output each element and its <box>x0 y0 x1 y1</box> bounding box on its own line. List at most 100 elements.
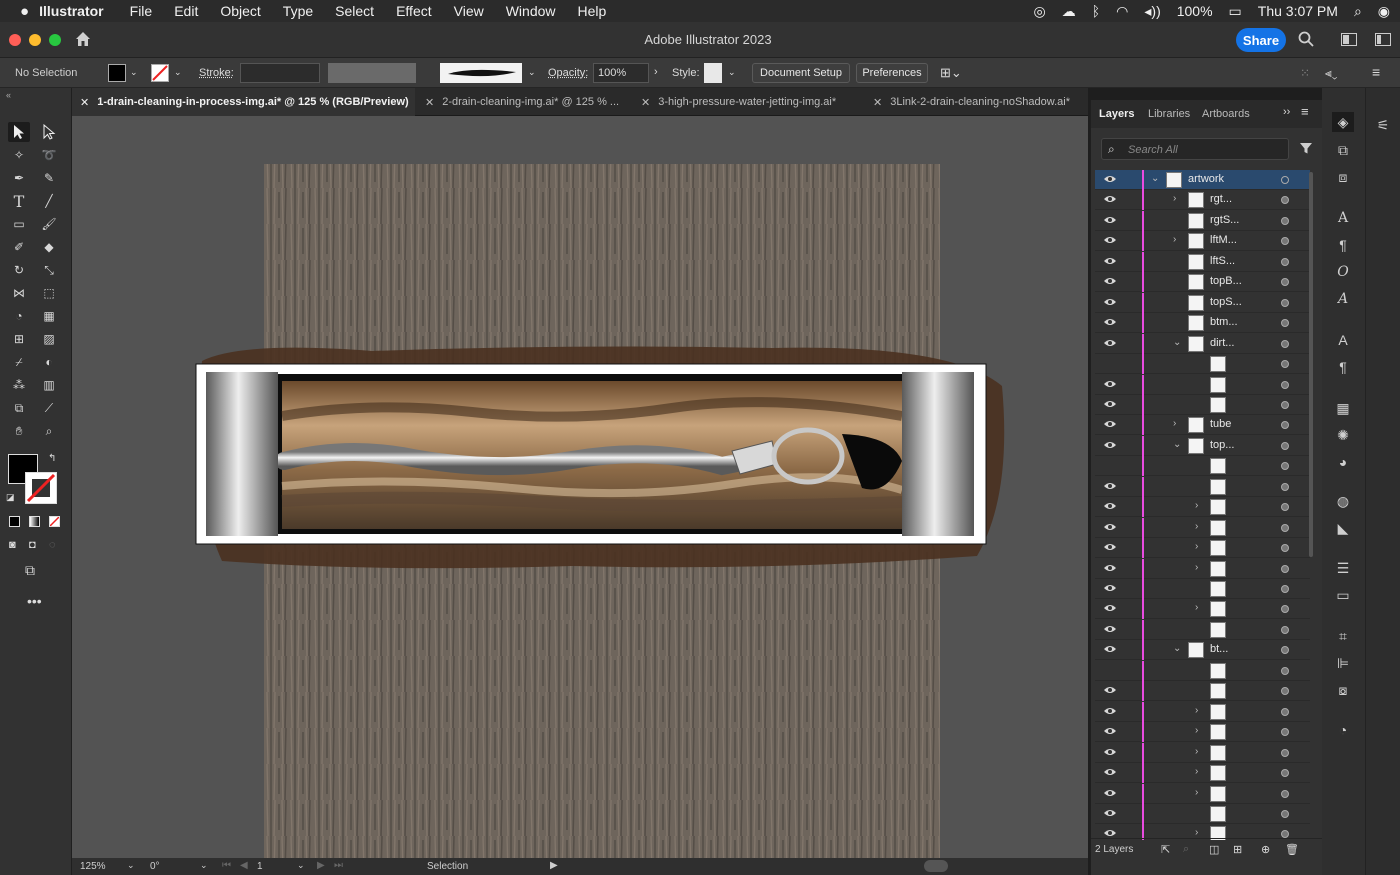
none-mode-icon[interactable] <box>49 516 60 527</box>
layer-name[interactable]: tube <box>1210 418 1231 430</box>
battery-icon[interactable]: ▭ <box>1229 3 1242 20</box>
visibility-eye-icon[interactable] <box>1103 419 1117 429</box>
target-icon[interactable] <box>1281 564 1289 573</box>
layer-row[interactable] <box>1095 660 1310 681</box>
previous-artboard-icon[interactable]: ◀ <box>240 860 248 871</box>
align-options-icon[interactable]: ⊞⌄ <box>940 65 962 81</box>
swatches-panel-icon[interactable]: ▦ <box>1332 398 1354 418</box>
stroke-color-box[interactable] <box>25 472 57 504</box>
visibility-eye-icon[interactable] <box>1103 747 1117 757</box>
menu-edit[interactable]: Edit <box>174 3 198 19</box>
next-artboard-icon[interactable]: ▶ <box>317 860 325 871</box>
chevron-down-icon[interactable]: ⌄ <box>174 67 182 78</box>
panel-menu-icon[interactable]: ≡ <box>1372 64 1380 80</box>
layer-row[interactable]: › lftM... <box>1095 231 1310 252</box>
apple-icon[interactable]: ● <box>20 3 29 20</box>
target-icon[interactable] <box>1281 769 1289 778</box>
tab-document-4[interactable]: ✕ 3Link-2-drain-cleaning-noShadow.ai* <box>865 88 1088 116</box>
eraser-tool-icon[interactable]: ◆ <box>38 237 60 257</box>
target-icon[interactable] <box>1281 400 1289 409</box>
slice-tool-icon[interactable]: ⟋ <box>38 398 60 418</box>
visibility-eye-icon[interactable] <box>1103 194 1117 204</box>
target-icon[interactable] <box>1281 257 1289 266</box>
perspective-grid-tool-icon[interactable]: ▦ <box>38 306 60 326</box>
layer-row[interactable]: › rgt... <box>1095 190 1310 211</box>
visibility-eye-icon[interactable] <box>1103 767 1117 777</box>
chevron-down-icon[interactable]: ⌄ <box>1173 643 1181 654</box>
edit-toolbar-icon[interactable]: ••• <box>27 593 42 609</box>
layer-row[interactable]: › <box>1095 497 1310 518</box>
close-icon[interactable]: ✕ <box>425 96 434 109</box>
export-icon[interactable]: ⇱ <box>1161 843 1170 856</box>
chevron-right-icon[interactable]: › <box>1173 193 1176 204</box>
layer-row[interactable]: › <box>1095 783 1310 804</box>
layers-scrollbar[interactable] <box>1309 172 1313 557</box>
screen-mode-icon[interactable]: ⧉ <box>25 562 35 579</box>
visibility-eye-icon[interactable] <box>1103 603 1117 613</box>
layer-row[interactable] <box>1095 476 1310 497</box>
draw-normal-icon[interactable]: ◙ <box>9 539 16 551</box>
layer-row[interactable]: ⌄ bt... <box>1095 640 1310 661</box>
selection-tool-icon[interactable] <box>8 122 30 142</box>
target-icon[interactable] <box>1281 646 1289 655</box>
panel-expand-icon[interactable]: ›› <box>1283 106 1290 118</box>
layers-panel-icon[interactable]: ◈ <box>1332 112 1354 132</box>
target-icon[interactable] <box>1281 482 1289 491</box>
variable-width-profile[interactable] <box>328 63 416 83</box>
visibility-eye-icon[interactable] <box>1103 522 1117 532</box>
visibility-eye-icon[interactable] <box>1103 563 1117 573</box>
stroke-panel-icon[interactable]: ☰ <box>1332 558 1354 578</box>
layer-row[interactable] <box>1095 681 1310 702</box>
target-icon[interactable] <box>1281 625 1289 634</box>
menu-help[interactable]: Help <box>578 3 607 19</box>
color-panel-icon[interactable]: ◍ <box>1332 491 1354 511</box>
layer-row[interactable]: › <box>1095 558 1310 579</box>
target-icon[interactable] <box>1281 605 1289 614</box>
close-icon[interactable]: ✕ <box>80 96 89 109</box>
tab-artboards[interactable]: Artboards <box>1202 108 1250 120</box>
target-icon[interactable] <box>1281 421 1289 430</box>
new-sublayer-icon[interactable]: ⊞ <box>1233 843 1242 856</box>
layer-name[interactable]: btm... <box>1210 316 1238 328</box>
new-layer-icon[interactable]: ⊕ <box>1261 843 1270 856</box>
layer-row[interactable]: › <box>1095 763 1310 784</box>
clipping-mask-icon[interactable]: ◫ <box>1209 843 1219 856</box>
chevron-right-icon[interactable]: › <box>1195 521 1198 532</box>
target-icon[interactable] <box>1281 809 1289 818</box>
layer-row[interactable] <box>1095 803 1310 824</box>
artboard-number[interactable]: 1 <box>257 861 263 872</box>
first-artboard-icon[interactable]: ⏮ <box>222 860 231 871</box>
chevron-right-icon[interactable]: › <box>1195 766 1198 777</box>
target-icon[interactable] <box>1281 728 1289 737</box>
visibility-eye-icon[interactable] <box>1103 174 1117 184</box>
document-setup-button[interactable]: Document Setup <box>752 63 850 83</box>
color-mode-icon[interactable] <box>9 516 20 527</box>
locate-object-icon[interactable]: ⌕ <box>1183 843 1189 856</box>
chevron-right-icon[interactable]: › <box>1195 725 1198 736</box>
chevron-right-icon[interactable]: › <box>1195 602 1198 613</box>
layer-row[interactable] <box>1095 456 1310 477</box>
chevron-down-icon[interactable]: ⌄ <box>528 67 536 78</box>
blend-tool-icon[interactable]: ◐ <box>38 352 60 372</box>
zoom-level[interactable]: 125% <box>80 861 106 872</box>
target-icon[interactable] <box>1281 666 1289 675</box>
wifi-icon[interactable]: ◠ <box>1116 3 1128 20</box>
opacity-label[interactable]: Opacity: <box>548 67 588 79</box>
target-icon[interactable] <box>1281 298 1289 307</box>
visibility-eye-icon[interactable] <box>1103 481 1117 491</box>
visibility-eye-icon[interactable] <box>1103 624 1117 634</box>
gradient-mode-icon[interactable] <box>29 516 40 527</box>
visibility-eye-icon[interactable] <box>1103 828 1117 838</box>
layer-row[interactable]: topS... <box>1095 292 1310 313</box>
artboard-tool-icon[interactable]: ⧉ <box>8 398 30 418</box>
preferences-button[interactable]: Preferences <box>856 63 928 83</box>
stroke-swatch[interactable] <box>151 64 169 82</box>
chevron-right-icon[interactable]: › <box>1195 705 1198 716</box>
filter-icon[interactable] <box>1299 141 1313 155</box>
cloud-icon[interactable]: ☁ <box>1062 3 1076 20</box>
visibility-eye-icon[interactable] <box>1103 808 1117 818</box>
visibility-eye-icon[interactable] <box>1103 788 1117 798</box>
menu-type[interactable]: Type <box>283 3 313 19</box>
panel-menu-icon[interactable]: ≡ <box>1301 104 1309 119</box>
layer-row[interactable]: › <box>1095 599 1310 620</box>
